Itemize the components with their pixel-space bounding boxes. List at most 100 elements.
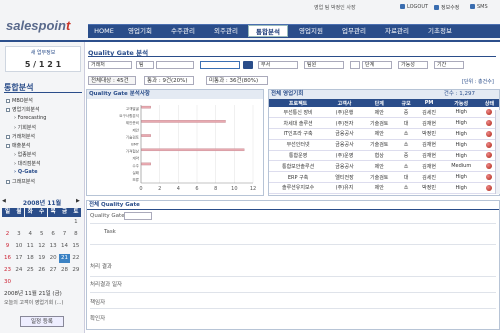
menu-data-management[interactable]: 자료관리: [377, 25, 417, 37]
tree-item-qgate[interactable]: › Q-Gate: [14, 169, 38, 175]
calendar-day[interactable]: 6: [48, 230, 59, 239]
calendar-day[interactable]: 21: [59, 254, 70, 263]
tree-toggle-icon: [6, 107, 10, 112]
team-select[interactable]: [156, 61, 194, 69]
col-customer[interactable]: 고객사: [327, 99, 362, 107]
tree-item-account[interactable]: 거래처분석: [6, 133, 35, 140]
period-filter[interactable]: 기간: [434, 61, 464, 69]
status-indicator-icon: [486, 163, 493, 170]
quality-gate-select[interactable]: [124, 212, 152, 220]
passed-summary[interactable]: 통과 : 9건(20%): [144, 76, 194, 85]
tree-item-agency[interactable]: › 대리점분석: [14, 160, 41, 167]
calendar-day[interactable]: 29: [70, 266, 81, 275]
calendar-day[interactable]: 12: [36, 242, 47, 251]
table-row[interactable]: 통합보안솔루션 금융공사 제안 소 김재현 Medium: [269, 160, 499, 173]
quality-gate-chart-panel: Quality Gate 분석사항 0 2 4 6 8 10 12 고객발굴 요구사항분석 제안준…: [86, 89, 264, 196]
col-status[interactable]: 상태: [479, 99, 499, 107]
menu-work-management[interactable]: 업무관리: [334, 25, 374, 37]
calendar-day[interactable]: 27: [48, 266, 59, 275]
menu-integrated-analysis[interactable]: 통합분석: [248, 25, 288, 37]
calendar-day[interactable]: 7: [59, 230, 70, 239]
calendar-day[interactable]: 23: [2, 266, 13, 275]
tree-item-industry[interactable]: › 업종분석: [14, 151, 36, 158]
tree-item-graph[interactable]: 그래프분석: [6, 178, 35, 185]
calendar-day[interactable]: 15: [70, 242, 81, 251]
col-pm[interactable]: PM: [415, 99, 443, 107]
logout-link[interactable]: LOGOUT: [400, 4, 428, 10]
calendar-day[interactable]: 2: [2, 230, 13, 239]
table-cell: (주)운영: [327, 150, 362, 162]
menu-sales-support[interactable]: 영업지원: [291, 25, 331, 37]
calendar-day[interactable]: 19: [36, 254, 47, 263]
probability-filter[interactable]: 가능성: [398, 61, 428, 69]
calendar-day[interactable]: 3: [13, 230, 24, 239]
app-logo[interactable]: salespoint: [6, 18, 70, 33]
calendar-day[interactable]: 22: [70, 254, 81, 263]
menu-outsourcing[interactable]: 외주관리: [206, 25, 246, 37]
not-passed-summary[interactable]: 미통과 : 36건(80%): [206, 76, 268, 85]
y-tick-label: BMT: [131, 143, 140, 147]
chart-panel-title: Quality Gate 분석사항: [87, 90, 263, 99]
total-target-summary[interactable]: 전체대상 : 45건: [88, 76, 136, 85]
calendar-next-icon[interactable]: ▶: [76, 198, 80, 204]
table-row[interactable]: ERP 구축 엘티전장 기술검토 대 김세진 High: [269, 171, 499, 184]
table-row[interactable]: IT인프라 구축 금융공사 제안 소 박정민 High: [269, 128, 499, 140]
tree-label: Q-Gate: [17, 169, 38, 175]
calendar-day[interactable]: 4: [25, 230, 36, 239]
calendar-day[interactable]: 9: [2, 242, 13, 251]
calendar-day[interactable]: 24: [13, 266, 24, 275]
calendar-day[interactable]: 18: [25, 254, 36, 263]
tree-label: 업종분석: [17, 152, 36, 158]
tree-item-forecasting[interactable]: › Forecasting: [14, 115, 46, 121]
x-tick-label: 4: [177, 186, 180, 192]
team-filter[interactable]: 팀: [136, 61, 154, 69]
calendar-day[interactable]: 30: [2, 278, 13, 287]
table-row[interactable]: 차세대 솔루션 (주)전자 기술검토 대 김재현 High: [269, 117, 499, 130]
search-icon[interactable]: [243, 61, 253, 69]
tree-item-opportunity-analysis[interactable]: › 기회분석: [14, 124, 36, 131]
chart-bar: [141, 134, 151, 137]
col-probability[interactable]: 가능성: [442, 99, 480, 107]
calendar-day[interactable]: 13: [48, 242, 59, 251]
edit-profile-link[interactable]: 정보수정: [434, 4, 459, 11]
col-size[interactable]: 규모: [396, 99, 416, 107]
calendar-day[interactable]: 20: [48, 254, 59, 263]
menu-home[interactable]: HOME: [91, 25, 117, 37]
table-cell: 차세대 솔루션: [269, 117, 328, 130]
add-schedule-button[interactable]: 일정 등록: [20, 316, 64, 327]
department-filter[interactable]: 부서: [258, 61, 298, 69]
calendar-day[interactable]: 1: [70, 218, 81, 227]
member-filter[interactable]: 팀원: [304, 61, 344, 69]
calendar-day[interactable]: 28: [59, 266, 70, 275]
search-input[interactable]: [200, 61, 240, 69]
tree-item-opportunity[interactable]: 영업기회분석: [6, 106, 40, 113]
calendar-day[interactable]: 16: [2, 254, 13, 263]
menu-base-info[interactable]: 기초정보: [420, 25, 460, 37]
table-row[interactable]: 무선통신 장비 (주)은행 제안 중 김세진 High: [269, 107, 499, 119]
table-row[interactable]: 통합운영 (주)운영 협상 중 김재현 High: [269, 150, 499, 162]
table-row[interactable]: 무선인터넷 금융공사 기술검토 소 김재현 High: [269, 139, 499, 151]
sms-link[interactable]: SMS: [470, 4, 488, 10]
tree-item-sales[interactable]: 매출분석: [6, 142, 30, 149]
table-row[interactable]: 솔루션유지보수 (주)유지 제안 소 박정민 High: [269, 182, 499, 194]
calendar-day[interactable]: 26: [36, 266, 47, 275]
table-scrollbar[interactable]: [495, 110, 500, 194]
member-select[interactable]: [350, 61, 360, 69]
tree-item-mbo[interactable]: MBO분석: [6, 97, 33, 104]
calendar-day[interactable]: 10: [13, 242, 24, 251]
chart-bar: [141, 105, 151, 109]
calendar-day[interactable]: 8: [70, 230, 81, 239]
calendar-day[interactable]: 11: [25, 242, 36, 251]
col-project[interactable]: 프로젝트: [269, 99, 328, 107]
table-cell: High: [442, 107, 480, 119]
menu-orders[interactable]: 수주관리: [163, 25, 203, 37]
account-filter[interactable]: 거래처: [88, 61, 132, 69]
calendar-day[interactable]: 5: [36, 230, 47, 239]
calendar-day[interactable]: 17: [13, 254, 24, 263]
menu-opportunity[interactable]: 영업기회: [120, 25, 160, 37]
calendar-day[interactable]: 14: [59, 242, 70, 251]
col-stage[interactable]: 단계: [361, 99, 397, 107]
calendar-day[interactable]: 25: [25, 266, 36, 275]
table-cell: 금융공사: [327, 139, 362, 151]
stage-filter[interactable]: 단계: [362, 61, 392, 69]
